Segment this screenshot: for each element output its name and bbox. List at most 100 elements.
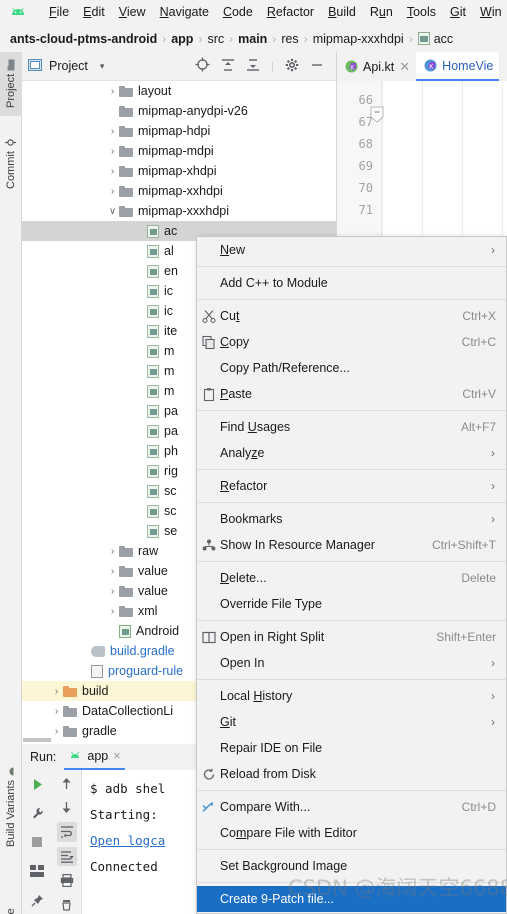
- breadcrumb-item-3[interactable]: main: [238, 32, 267, 46]
- context-menu-item-find-usages[interactable]: Find Usages Alt+F7: [197, 414, 506, 440]
- chevron-right-icon[interactable]: ›: [50, 706, 63, 717]
- tree-node-layout[interactable]: › layout: [22, 81, 336, 101]
- chevron-down-icon[interactable]: ∨: [106, 206, 119, 217]
- context-menu-item-show-in-resource-manager[interactable]: Show In Resource Manager Ctrl+Shift+T: [197, 532, 506, 558]
- breadcrumb-item-5[interactable]: mipmap-xxxhdpi: [313, 32, 404, 46]
- context-menu-item-create-9-patch-file[interactable]: Create 9-Patch file...: [197, 886, 506, 912]
- chevron-right-icon[interactable]: ›: [106, 586, 119, 597]
- breadcrumb-item-0[interactable]: ants-cloud-ptms-android: [10, 32, 157, 46]
- layout-inspector-icon[interactable]: [27, 861, 47, 881]
- menu-separator: [197, 849, 506, 850]
- context-menu-item-git[interactable]: Git ›: [197, 709, 506, 735]
- expand-all-icon[interactable]: [221, 58, 235, 75]
- menu-item-tools[interactable]: Tools: [400, 0, 443, 25]
- context-menu-item-open-in[interactable]: Open In ›: [197, 650, 506, 676]
- chevron-right-icon[interactable]: ›: [106, 126, 119, 137]
- context-menu-item-open-in-right-split[interactable]: Open in Right Split Shift+Enter: [197, 624, 506, 650]
- context-menu-item-compare-file-with-editor[interactable]: Compare File with Editor: [197, 820, 506, 846]
- breadcrumb-item-1[interactable]: app: [171, 32, 193, 46]
- tree-node-label: al: [164, 244, 174, 258]
- gear-icon[interactable]: [285, 58, 299, 75]
- context-menu-item-set-background-image[interactable]: Set Background Image: [197, 853, 506, 879]
- context-menu-item-compare-with[interactable]: Compare With... Ctrl+D: [197, 794, 506, 820]
- print-icon[interactable]: [57, 871, 77, 890]
- menu-item-code[interactable]: Code: [216, 0, 260, 25]
- text-file-icon: [91, 664, 103, 678]
- menu-item-view[interactable]: View: [112, 0, 153, 25]
- chevron-right-icon[interactable]: ›: [106, 566, 119, 577]
- fold-collapse-icon[interactable]: [370, 106, 384, 123]
- tree-node-mipmap-hdpi[interactable]: › mipmap-hdpi: [22, 121, 336, 141]
- context-menu-item-bookmarks[interactable]: Bookmarks ›: [197, 506, 506, 532]
- menu-item-refactor[interactable]: Refactor: [260, 0, 321, 25]
- soft-wrap-icon[interactable]: [56, 822, 77, 842]
- tree-node-mipmap-mdpi[interactable]: › mipmap-mdpi: [22, 141, 336, 161]
- tree-node-mipmap-xxhdpi[interactable]: › mipmap-xxhdpi: [22, 181, 336, 201]
- close-icon[interactable]: ×: [113, 749, 120, 763]
- stop-icon[interactable]: [27, 832, 47, 852]
- menu-item-window[interactable]: Win: [473, 0, 507, 25]
- context-menu-item-label: Reload from Disk: [220, 767, 316, 781]
- chevron-right-icon[interactable]: ›: [106, 606, 119, 617]
- tree-node-mipmap-anydpi-v26[interactable]: mipmap-anydpi-v26: [22, 101, 336, 121]
- context-menu-item-new[interactable]: New ›: [197, 237, 506, 263]
- editor-tab-homeview[interactable]: K HomeVie: [416, 52, 500, 81]
- chevron-right-icon[interactable]: ›: [106, 546, 119, 557]
- tree-node-mipmap-xhdpi[interactable]: › mipmap-xhdpi: [22, 161, 336, 181]
- context-menu-item-override-file-type[interactable]: Override File Type: [197, 591, 506, 617]
- collapse-all-icon[interactable]: [246, 58, 260, 75]
- context-menu-item-repair-ide-on-file[interactable]: Repair IDE on File: [197, 735, 506, 761]
- project-tree-scrollbar[interactable]: [23, 738, 51, 742]
- context-menu-item-delete[interactable]: Delete... Delete: [197, 565, 506, 591]
- scroll-down-icon[interactable]: [57, 798, 77, 817]
- chevron-right-icon[interactable]: ›: [50, 686, 63, 697]
- context-menu-item-reload-from-disk[interactable]: Reload from Disk: [197, 761, 506, 787]
- menu-item-git[interactable]: Git: [443, 0, 473, 25]
- context-menu-item-cut[interactable]: Cut Ctrl+X: [197, 303, 506, 329]
- context-menu[interactable]: New › Add C++ to Module Cut Ctrl+X Copy Ctrl+C…: [196, 236, 507, 914]
- chevron-right-icon[interactable]: ›: [106, 146, 119, 157]
- wrench-icon[interactable]: [27, 803, 47, 823]
- context-menu-item-analyze[interactable]: Analyze ›: [197, 440, 506, 466]
- breadcrumb-item-4[interactable]: res: [281, 32, 298, 46]
- chevron-right-icon[interactable]: ›: [106, 166, 119, 177]
- hide-window-icon[interactable]: [310, 58, 324, 75]
- menu-item-run[interactable]: Run: [363, 0, 400, 25]
- chevron-right-icon[interactable]: ›: [106, 186, 119, 197]
- menu-item-edit[interactable]: Edit: [76, 0, 112, 25]
- run-tab-app[interactable]: app ×: [64, 744, 125, 770]
- console-link-open-logcat[interactable]: Open logca: [90, 833, 165, 848]
- breadcrumb-separator: ›: [162, 31, 167, 46]
- context-menu-item-add-c-to-module[interactable]: Add C++ to Module: [197, 270, 506, 296]
- editor-tab-api-kt[interactable]: K Api.kt ✕: [337, 52, 416, 81]
- context-menu-item-label: Local History: [220, 689, 293, 703]
- context-menu-item-refactor[interactable]: Refactor ›: [197, 473, 506, 499]
- run-icon[interactable]: [27, 774, 47, 794]
- menu-item-build[interactable]: Build: [321, 0, 363, 25]
- tree-node-label: mipmap-mdpi: [138, 144, 214, 158]
- sidebar-item-build-variants[interactable]: Build Variants: [0, 752, 22, 862]
- sidebar-item-structure[interactable]: ucture: [0, 882, 22, 914]
- tree-node-mipmap-xxxhdpi[interactable]: ∨ mipmap-xxxhdpi: [22, 201, 336, 221]
- chevron-down-icon[interactable]: ▾: [100, 61, 105, 72]
- chevron-right-icon[interactable]: ›: [50, 726, 63, 737]
- chevron-right-icon[interactable]: ›: [106, 86, 119, 97]
- breadcrumb-item-6[interactable]: acc: [434, 32, 453, 46]
- sidebar-item-project[interactable]: Project: [0, 52, 22, 116]
- context-menu-item-copy-path-reference[interactable]: Copy Path/Reference...: [197, 355, 506, 381]
- clear-icon[interactable]: [57, 895, 77, 914]
- sidebar-item-commit[interactable]: Commit: [0, 128, 22, 198]
- context-menu-item-paste[interactable]: Paste Ctrl+V: [197, 381, 506, 407]
- scroll-up-icon[interactable]: [57, 774, 77, 793]
- pin-icon[interactable]: [27, 890, 47, 910]
- menu-item-navigate[interactable]: Navigate: [153, 0, 216, 25]
- breadcrumb-item-2[interactable]: src: [207, 32, 224, 46]
- menu-item-file[interactable]: File: [42, 0, 76, 25]
- scroll-to-end-icon[interactable]: [56, 846, 77, 866]
- context-menu-item-copy[interactable]: Copy Ctrl+C: [197, 329, 506, 355]
- folder-icon: [119, 565, 133, 577]
- close-icon[interactable]: ✕: [399, 59, 410, 75]
- locate-icon[interactable]: [195, 57, 210, 75]
- context-menu-item-local-history[interactable]: Local History ›: [197, 683, 506, 709]
- line-number: 68: [358, 137, 373, 151]
